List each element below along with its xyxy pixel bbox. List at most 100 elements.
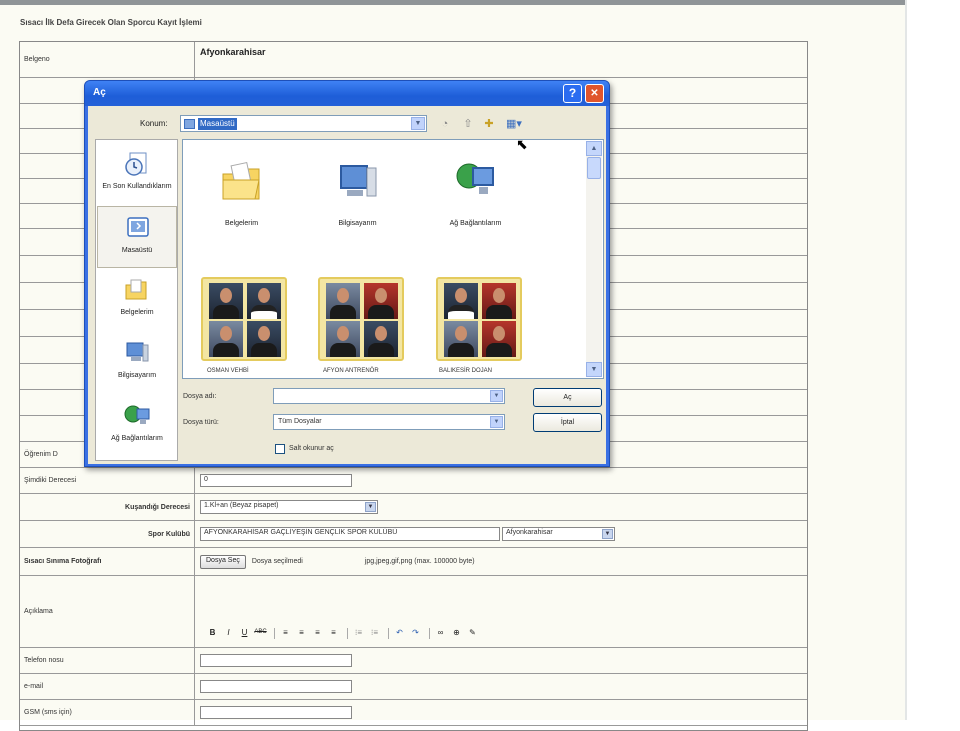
justify-icon[interactable]: ≡ — [327, 626, 340, 639]
chevron-down-icon[interactable]: ▼ — [490, 390, 503, 402]
photo-thumbnail — [482, 321, 516, 357]
file-item-network[interactable]: Ağ Bağlantılarım — [423, 158, 528, 227]
desktop-icon — [127, 217, 149, 237]
file-label: Belgelerim — [224, 220, 259, 227]
look-in-select[interactable]: Masaüstü ▼ — [180, 115, 427, 132]
vertical-scrollbar[interactable]: ▲ ▼ — [586, 141, 602, 377]
chevron-down-icon[interactable]: ▼ — [602, 529, 613, 539]
new-folder-icon[interactable]: ✚ — [482, 117, 496, 131]
form-row-telefon: Telefon nosu — [20, 648, 807, 674]
scroll-down-icon[interactable]: ▼ — [586, 362, 602, 377]
file-status: Dosya seçilmedi — [251, 558, 303, 565]
dialog-titlebar[interactable]: Aç ? ✕ — [85, 81, 609, 106]
place-computer[interactable]: Bilgisayarım — [97, 332, 177, 394]
file-hint: jpg,jpeg,gif,png (max. 100000 byte) — [364, 558, 475, 565]
folder-caption: BALIKESİR DOJAN — [439, 368, 493, 374]
view-menu-icon[interactable]: ▦▾ — [504, 117, 524, 131]
dialog-title: Aç — [93, 87, 106, 98]
form-row-gsm: GSM (sms için) — [20, 700, 807, 726]
file-type-select[interactable]: Tüm Dosyalar ▼ — [273, 414, 505, 430]
recent-documents-icon — [125, 152, 147, 176]
readonly-label: Salt okunur aç — [289, 445, 334, 452]
redo-icon[interactable]: ↷ — [409, 626, 422, 639]
ordered-list-icon[interactable]: ⁝≡ — [352, 626, 365, 639]
look-in-label: Konum: — [140, 119, 168, 128]
chevron-down-icon[interactable]: ▼ — [490, 416, 503, 428]
file-name-input[interactable]: ▼ — [273, 388, 505, 404]
italic-icon[interactable]: I — [222, 626, 235, 639]
file-type-label: Dosya türü: — [183, 419, 219, 426]
kuranligi-label: Kuşandığı Derecesi — [20, 494, 195, 520]
telefon-label: Telefon nosu — [20, 648, 195, 673]
back-icon[interactable]: ◔ — [438, 117, 452, 131]
choose-file-button[interactable]: Dosya Seç — [200, 554, 246, 569]
toolbar-divider — [429, 628, 430, 639]
spor-value: AFYONKARAHİSAR GAÇLİYEŞİN GENÇLİK SPOR K… — [204, 529, 398, 536]
photo-thumbnail — [364, 283, 398, 319]
strikethrough-icon[interactable]: ABC — [254, 626, 267, 639]
unlink-icon[interactable]: ⊕ — [450, 626, 463, 639]
up-folder-icon[interactable]: ⇧ — [461, 117, 475, 131]
file-item-computer[interactable]: Bilgisayarım — [305, 158, 410, 227]
email-input[interactable] — [200, 680, 352, 693]
photo-thumbnail — [482, 283, 516, 319]
page-edge — [905, 0, 907, 720]
help-button[interactable]: ? — [563, 84, 582, 103]
place-documents[interactable]: Belgelerim — [97, 269, 177, 331]
file-label: Bilgisayarım — [338, 220, 377, 227]
folder-thumbnail[interactable] — [201, 277, 287, 361]
photo-thumbnail — [209, 321, 243, 357]
place-recent[interactable]: En Son Kullandıklarım — [97, 143, 177, 205]
file-label: Ağ Bağlantılarım — [449, 220, 502, 227]
place-desktop[interactable]: Masaüstü — [97, 206, 177, 268]
folder-icon — [125, 279, 147, 300]
chevron-down-icon[interactable]: ▼ — [365, 502, 376, 512]
photo-thumbnail — [326, 321, 360, 357]
unordered-list-icon[interactable]: ⁝≡ — [368, 626, 381, 639]
gsm-input[interactable] — [200, 706, 352, 719]
close-button[interactable]: ✕ — [585, 84, 604, 103]
align-left-icon[interactable]: ≡ — [279, 626, 292, 639]
belgeno-label: Belgeno — [20, 42, 195, 77]
place-label: Ağ Bağlantılarım — [111, 435, 163, 442]
scroll-thumb[interactable] — [587, 157, 601, 179]
page: Sısacı İlk Defa Girecek Olan Sporcu Kayı… — [0, 0, 960, 731]
photo-thumbnail — [209, 283, 243, 319]
link-icon[interactable]: ∞ — [434, 626, 447, 639]
photo-thumbnail — [364, 321, 398, 357]
cancel-button[interactable]: İptal — [533, 413, 602, 432]
open-button[interactable]: Aç — [533, 388, 602, 407]
photo-thumbnail — [247, 321, 281, 357]
scroll-up-icon[interactable]: ▲ — [586, 141, 602, 156]
bold-icon[interactable]: B — [206, 626, 219, 639]
undo-icon[interactable]: ↶ — [393, 626, 406, 639]
align-center-icon[interactable]: ≡ — [295, 626, 308, 639]
place-network[interactable]: Ağ Bağlantılarım — [97, 395, 177, 457]
foto-label: Sısacı Sınıma Fotoğrafı — [20, 548, 195, 575]
place-label: En Son Kullandıklarım — [102, 183, 172, 190]
spor-select[interactable]: AFYONKARAHİSAR GAÇLİYEŞİN GENÇLİK SPOR K… — [200, 527, 500, 541]
file-list: Belgelerim Bilgisayarım Ağ Bağlantılarım… — [182, 139, 604, 379]
spor-city-select[interactable]: Afyonkarahisar ▼ — [502, 527, 615, 541]
toolbar-divider — [388, 628, 389, 639]
align-right-icon[interactable]: ≡ — [311, 626, 324, 639]
underline-icon[interactable]: U — [238, 626, 251, 639]
email-label: e-mail — [20, 674, 195, 699]
folder-thumbnail[interactable] — [436, 277, 522, 361]
telefon-input[interactable] — [200, 654, 352, 667]
cleanup-icon[interactable]: ✎ — [466, 626, 479, 639]
desktop-icon — [184, 119, 195, 129]
readonly-checkbox[interactable] — [275, 444, 285, 454]
chevron-down-icon[interactable]: ▼ — [411, 117, 425, 130]
folder-thumbnail[interactable] — [318, 277, 404, 361]
photo-thumbnail — [444, 321, 478, 357]
form-row-spor: Spor Kulübü AFYONKARAHİSAR GAÇLİYEŞİN GE… — [20, 521, 807, 548]
kuranligi-select[interactable]: 1.Kl+an (Beyaz pisapet) ▼ — [200, 500, 378, 514]
simdiki-input[interactable]: 0 — [200, 474, 352, 487]
spor-label: Spor Kulübü — [20, 521, 195, 547]
look-in-value: Masaüstü — [198, 118, 237, 130]
file-item-documents[interactable]: Belgelerim — [189, 158, 294, 227]
form-title: Sısacı İlk Defa Girecek Olan Sporcu Kayı… — [20, 18, 202, 27]
aciklama-label: Açıklama — [20, 576, 195, 647]
belgeno-value: Afyonkarahisar — [200, 47, 266, 57]
